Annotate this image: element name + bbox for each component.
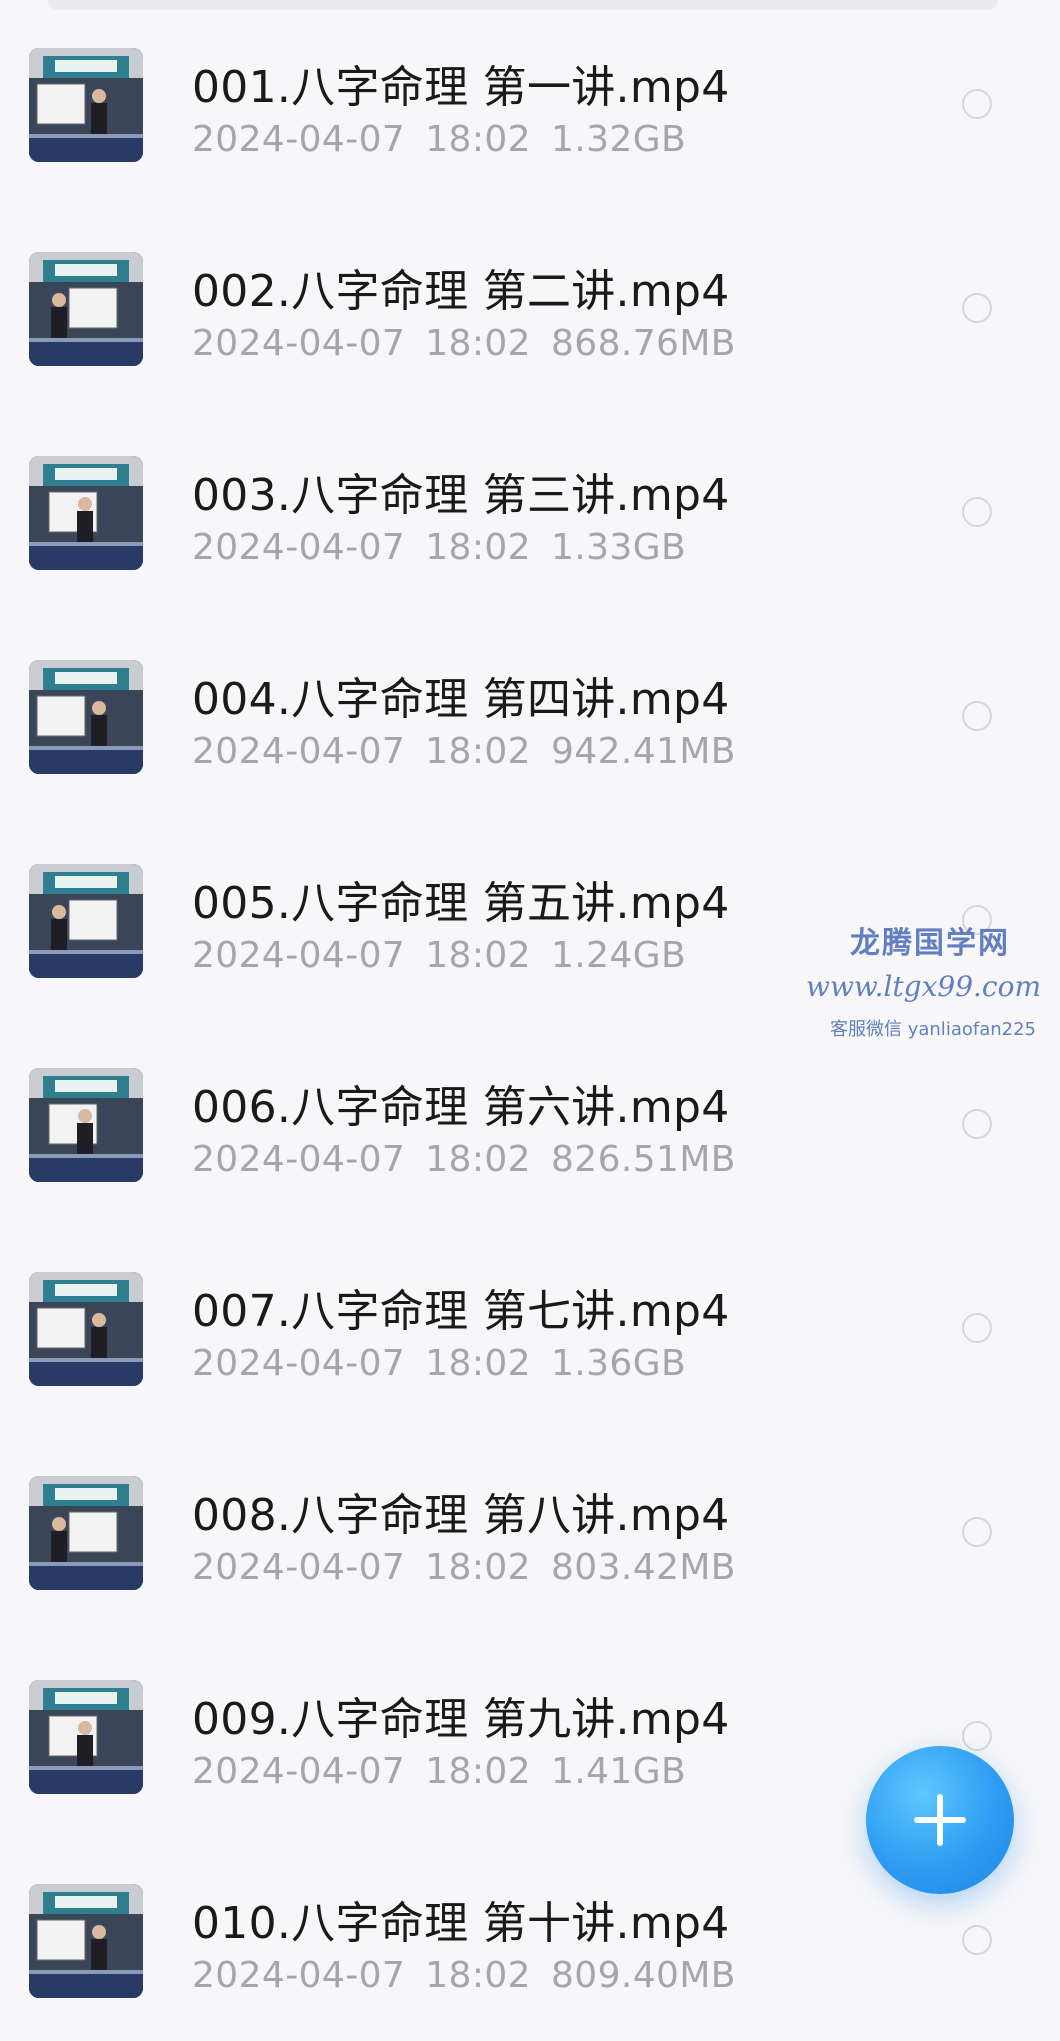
video-thumbnail <box>29 456 143 570</box>
file-row[interactable]: 006.八字命理 第六讲.mp4 2024-04-07 18:02 826.51MB <box>0 1021 1060 1225</box>
file-name: 004.八字命理 第四讲.mp4 <box>192 674 730 725</box>
video-thumbnail <box>29 1068 143 1182</box>
file-meta: 2024-04-07 18:02 1.36GB <box>192 1343 686 1384</box>
file-size: 809.40MB <box>550 1955 736 1996</box>
file-time: 18:02 <box>425 1751 531 1792</box>
file-date: 2024-04-07 <box>192 1343 406 1384</box>
video-thumbnail <box>29 1272 143 1386</box>
video-thumbnail <box>29 1680 143 1794</box>
file-row[interactable]: 002.八字命理 第二讲.mp4 2024-04-07 18:02 868.76MB <box>0 205 1060 409</box>
file-time: 18:02 <box>425 1139 531 1180</box>
select-checkbox[interactable] <box>962 497 992 527</box>
file-date: 2024-04-07 <box>192 1139 406 1180</box>
file-size: 1.36GB <box>550 1343 687 1384</box>
select-checkbox[interactable] <box>962 89 992 119</box>
file-time: 18:02 <box>425 935 531 976</box>
select-checkbox[interactable] <box>962 1925 992 1955</box>
file-row[interactable]: 001.八字命理 第一讲.mp4 2024-04-07 18:02 1.32GB <box>0 1 1060 205</box>
select-checkbox[interactable] <box>962 293 992 323</box>
file-row[interactable]: 007.八字命理 第七讲.mp4 2024-04-07 18:02 1.36GB <box>0 1225 1060 1429</box>
file-time: 18:02 <box>425 1343 531 1384</box>
select-checkbox[interactable] <box>962 1109 992 1139</box>
file-date: 2024-04-07 <box>192 935 406 976</box>
file-date: 2024-04-07 <box>192 119 406 160</box>
file-meta: 2024-04-07 18:02 868.76MB <box>192 323 736 364</box>
file-date: 2024-04-07 <box>192 527 406 568</box>
file-row[interactable]: 003.八字命理 第三讲.mp4 2024-04-07 18:02 1.33GB <box>0 409 1060 613</box>
file-time: 18:02 <box>425 731 531 772</box>
file-time: 18:02 <box>425 119 531 160</box>
file-row[interactable]: 008.八字命理 第八讲.mp4 2024-04-07 18:02 803.42MB <box>0 1429 1060 1633</box>
file-meta: 2024-04-07 18:02 826.51MB <box>192 1139 736 1180</box>
file-name: 007.八字命理 第七讲.mp4 <box>192 1286 730 1337</box>
file-meta: 2024-04-07 18:02 1.33GB <box>192 527 686 568</box>
file-size: 826.51MB <box>550 1139 736 1180</box>
file-date: 2024-04-07 <box>192 1751 406 1792</box>
add-button[interactable] <box>866 1746 1014 1894</box>
select-checkbox[interactable] <box>962 1721 992 1751</box>
file-date: 2024-04-07 <box>192 323 406 364</box>
file-size: 1.41GB <box>550 1751 687 1792</box>
file-date: 2024-04-07 <box>192 1955 406 1996</box>
file-row[interactable]: 004.八字命理 第四讲.mp4 2024-04-07 18:02 942.41MB <box>0 613 1060 817</box>
file-name: 005.八字命理 第五讲.mp4 <box>192 878 730 929</box>
file-meta: 2024-04-07 18:02 803.42MB <box>192 1547 736 1588</box>
file-name: 002.八字命理 第二讲.mp4 <box>192 266 730 317</box>
file-name: 010.八字命理 第十讲.mp4 <box>192 1898 730 1949</box>
file-name: 001.八字命理 第一讲.mp4 <box>192 62 730 113</box>
file-date: 2024-04-07 <box>192 1547 406 1588</box>
file-size: 1.32GB <box>550 119 687 160</box>
watermark-url: www.ltgx99.com <box>806 970 1042 1003</box>
video-thumbnail <box>29 48 143 162</box>
file-meta: 2024-04-07 18:02 942.41MB <box>192 731 736 772</box>
file-size: 942.41MB <box>550 731 736 772</box>
file-time: 18:02 <box>425 1955 531 1996</box>
file-size: 1.33GB <box>550 527 687 568</box>
select-checkbox[interactable] <box>962 1313 992 1343</box>
file-time: 18:02 <box>425 323 531 364</box>
video-thumbnail <box>29 252 143 366</box>
file-meta: 2024-04-07 18:02 1.41GB <box>192 1751 686 1792</box>
file-name: 009.八字命理 第九讲.mp4 <box>192 1694 730 1745</box>
file-meta: 2024-04-07 18:02 1.24GB <box>192 935 686 976</box>
watermark: 龙腾国学网 www.ltgx99.com 客服微信 yanliaofan225 <box>806 918 1060 1041</box>
file-size: 1.24GB <box>550 935 687 976</box>
file-meta: 2024-04-07 18:02 1.32GB <box>192 119 686 160</box>
select-checkbox[interactable] <box>962 701 992 731</box>
watermark-contact: 客服微信 yanliaofan225 <box>830 1019 1036 1040</box>
file-time: 18:02 <box>425 527 531 568</box>
file-name: 006.八字命理 第六讲.mp4 <box>192 1082 730 1133</box>
file-size: 868.76MB <box>550 323 736 364</box>
file-name: 003.八字命理 第三讲.mp4 <box>192 470 730 521</box>
select-checkbox[interactable] <box>962 1517 992 1547</box>
video-thumbnail <box>29 1884 143 1998</box>
video-thumbnail <box>29 1476 143 1590</box>
file-name: 008.八字命理 第八讲.mp4 <box>192 1490 730 1541</box>
watermark-title: 龙腾国学网 <box>850 926 1010 961</box>
video-thumbnail <box>29 864 143 978</box>
file-time: 18:02 <box>425 1547 531 1588</box>
video-thumbnail <box>29 660 143 774</box>
file-meta: 2024-04-07 18:02 809.40MB <box>192 1955 736 1996</box>
file-date: 2024-04-07 <box>192 731 406 772</box>
file-size: 803.42MB <box>550 1547 736 1588</box>
